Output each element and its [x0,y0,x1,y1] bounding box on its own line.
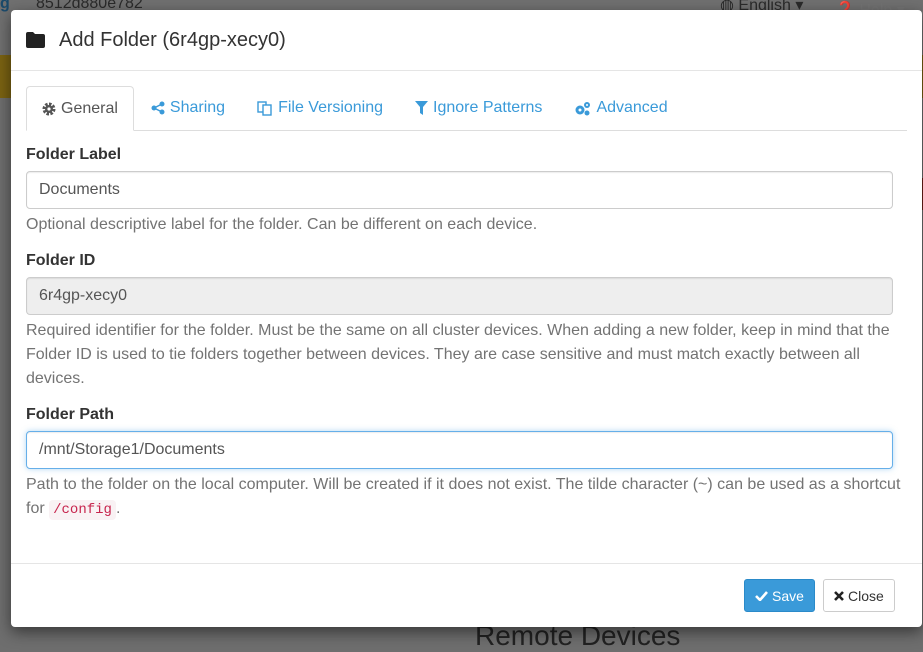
add-folder-dialog: Add Folder (6r4gp-xecy0) General Sharing… [11,10,922,627]
filter-icon [415,101,429,115]
close-label: Close [848,587,884,604]
config-code: /config [49,500,116,520]
tab-label: General [61,99,118,117]
folder-id-label: Folder ID [26,252,96,269]
tab-ignore-patterns[interactable]: Ignore Patterns [400,86,557,130]
tab-sharing[interactable]: Sharing [136,86,240,130]
help-text-end: . [115,500,121,517]
folder-path-help: Path to the folder on the local computer… [26,473,907,522]
tab-label: Ignore Patterns [433,99,543,116]
brand: g [0,0,10,12]
gear-icon [42,102,56,115]
folder-label-label: Folder Label [26,146,122,163]
close-icon [834,590,844,601]
tab-label: File Versioning [278,99,384,116]
folder-label-input[interactable] [26,171,893,209]
dialog-header: Add Folder (6r4gp-xecy0) [11,10,922,71]
tab-file-versioning[interactable]: File Versioning [242,86,398,130]
folder-id-help: Required identifier for the folder. Must… [26,322,890,387]
tab-general[interactable]: General [26,86,134,131]
tab-label: Sharing [169,99,226,116]
dialog-title: Add Folder (6r4gp-xecy0) [59,28,286,51]
tab-bar: General Sharing File Versioning Ignore P… [26,86,907,131]
share-icon [151,101,165,115]
folder-path-label: Folder Path [26,406,115,423]
tab-label: Advanced [596,99,668,116]
save-label: Save [772,587,804,604]
dialog-footer: Save Close [11,563,922,627]
tab-advanced[interactable]: Advanced [559,86,682,130]
folder-label-help: Optional descriptive label for the folde… [26,216,538,233]
folder-path-input[interactable] [26,431,893,469]
cogs-icon [575,101,591,115]
folder-icon [26,32,45,48]
copy-icon [257,100,272,116]
close-button[interactable]: Close [823,579,895,612]
help-text: Path to the folder on the local computer… [26,476,901,517]
folder-id-input[interactable] [26,277,893,315]
save-button[interactable]: Save [744,579,815,612]
check-icon [755,591,768,601]
